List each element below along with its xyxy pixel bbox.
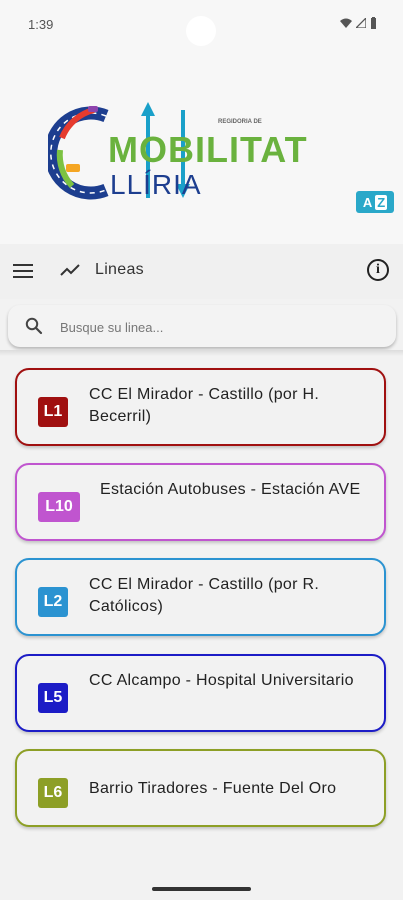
line-card-l1[interactable]: L1 CC El Mirador - Castillo (por H. Bece… bbox=[15, 368, 386, 446]
line-card-l10[interactable]: L10 Estación Autobuses - Estación AVE bbox=[15, 463, 386, 541]
signal-icon bbox=[356, 18, 366, 28]
line-name: Estación Autobuses - Estación AVE bbox=[100, 481, 361, 498]
logo-main-text: MOBILITAT bbox=[108, 129, 308, 170]
divider-shadow bbox=[0, 350, 403, 356]
info-icon[interactable]: i bbox=[367, 259, 389, 281]
line-badge: L6 bbox=[38, 778, 68, 808]
line-badge: L1 bbox=[38, 397, 68, 427]
status-time: 1:39 bbox=[28, 17, 54, 32]
mobilitat-logo: REGIDORIA DE MOBILITAT LLÍRIA bbox=[48, 102, 308, 200]
accessibility-label-a: A bbox=[362, 194, 373, 210]
camera-cutout bbox=[186, 16, 216, 46]
page-title: Lineas bbox=[95, 261, 144, 278]
line-name: Barrio Tiradores - Fuente Del Oro bbox=[89, 780, 337, 797]
accessibility-label-z: Z bbox=[375, 194, 388, 210]
line-name: CC El Mirador - Castillo (por H. Becerri… bbox=[89, 386, 320, 425]
line-card-l5[interactable]: L5 CC Alcampo - Hospital Universitario bbox=[15, 654, 386, 732]
line-card-l6[interactable]: L6 Barrio Tiradores - Fuente Del Oro bbox=[15, 749, 386, 827]
line-badge: L5 bbox=[38, 683, 68, 713]
search-icon bbox=[25, 317, 43, 335]
app-header: REGIDORIA DE MOBILITAT LLÍRIA A Z bbox=[0, 48, 403, 244]
status-icons bbox=[340, 17, 377, 29]
line-card-l2[interactable]: L2 CC El Mirador - Castillo (por R. Cató… bbox=[15, 558, 386, 636]
trending-icon bbox=[60, 264, 80, 276]
search-input[interactable] bbox=[58, 315, 382, 339]
line-badge: L10 bbox=[38, 492, 80, 522]
search-bar[interactable] bbox=[8, 305, 396, 347]
hamburger-menu-icon[interactable] bbox=[13, 264, 33, 278]
line-name: CC Alcampo - Hospital Universitario bbox=[89, 672, 354, 689]
accessibility-toggle[interactable]: A Z bbox=[356, 191, 394, 213]
status-bar: 1:39 bbox=[0, 0, 403, 48]
wifi-icon bbox=[340, 18, 352, 28]
logo-sub-text: LLÍRIA bbox=[110, 169, 202, 200]
logo-small-text: REGIDORIA DE bbox=[218, 119, 262, 125]
line-name: CC El Mirador - Castillo (por R. Católic… bbox=[89, 576, 320, 615]
battery-icon bbox=[371, 17, 376, 29]
line-badge: L2 bbox=[38, 587, 68, 617]
gesture-nav-bar[interactable] bbox=[152, 887, 251, 891]
